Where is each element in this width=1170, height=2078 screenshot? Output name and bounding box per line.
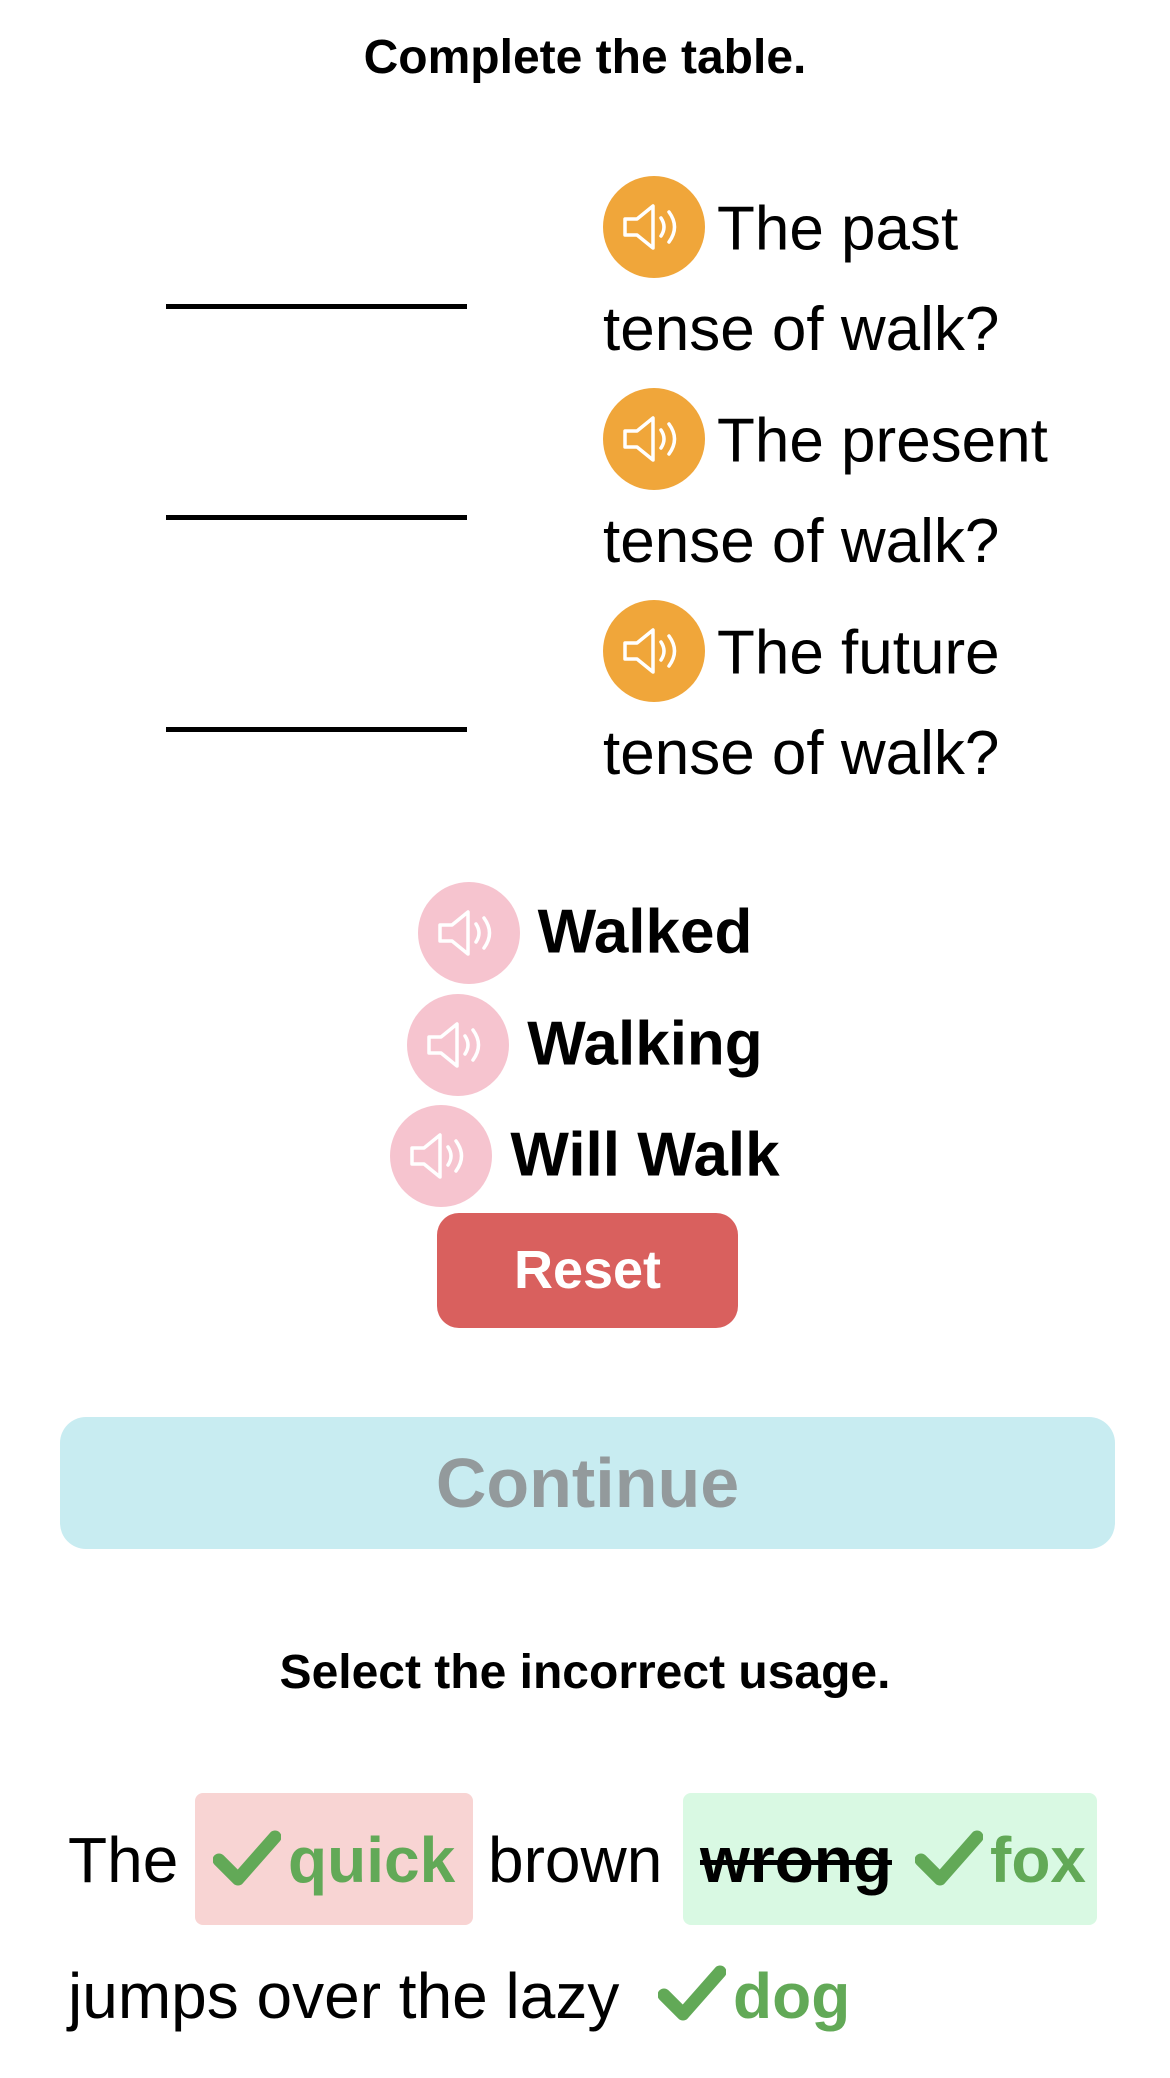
prompt-1-line-2: tense of walk? — [603, 295, 1000, 364]
prompt-3-line-1: The future — [717, 618, 1000, 688]
choice-walking[interactable]: Walking — [0, 990, 1170, 1096]
sentence-line-2: jumps over the lazy — [68, 1960, 620, 2032]
section-title: Select the incorrect usage. — [279, 1646, 891, 1699]
choice-label: Walked — [537, 897, 753, 967]
choice-label: Will Walk — [510, 1120, 780, 1190]
choice-will-walk[interactable]: Will Walk — [0, 1101, 1170, 1207]
speaker-icon[interactable] — [603, 176, 705, 278]
speaker-icon[interactable] — [407, 993, 510, 1096]
word-wrong[interactable]: wrong — [700, 1828, 892, 1892]
answer-blank-3[interactable] — [166, 727, 467, 732]
word-quick[interactable]: quick — [288, 1828, 455, 1892]
speaker-icon[interactable] — [603, 388, 705, 490]
continue-button[interactable]: Continue — [60, 1417, 1115, 1549]
answer-blank-1[interactable] — [166, 304, 467, 309]
choice-walked[interactable]: Walked — [0, 878, 1170, 984]
prompt-2: The present tense of walk? — [603, 388, 1123, 588]
speaker-icon[interactable] — [417, 881, 520, 984]
checkmark-icon — [657, 1964, 727, 2029]
prompt-3-line-2: tense of walk? — [603, 719, 1000, 788]
word-fox[interactable]: fox — [990, 1828, 1086, 1892]
page-title: Complete the table. — [363, 31, 807, 84]
answer-blank-2[interactable] — [166, 515, 467, 520]
prompt-2-line-1: The present — [717, 406, 1048, 476]
word-the: The — [68, 1824, 179, 1896]
prompt-1: The past tense of walk? — [603, 176, 1123, 376]
prompt-1-line-1: The past — [717, 194, 959, 264]
speaker-icon[interactable] — [390, 1104, 493, 1207]
checkmark-icon — [212, 1829, 282, 1894]
speaker-icon[interactable] — [603, 600, 705, 702]
word-brown[interactable]: brown — [488, 1828, 662, 1892]
choice-label: Walking — [527, 1009, 763, 1079]
prompt-3: The future tense of walk? — [603, 600, 1123, 800]
prompt-2-line-2: tense of walk? — [603, 507, 1000, 576]
word-dog[interactable]: dog — [733, 1964, 850, 2028]
checkmark-icon — [914, 1829, 984, 1894]
reset-button[interactable]: Reset — [437, 1213, 738, 1328]
